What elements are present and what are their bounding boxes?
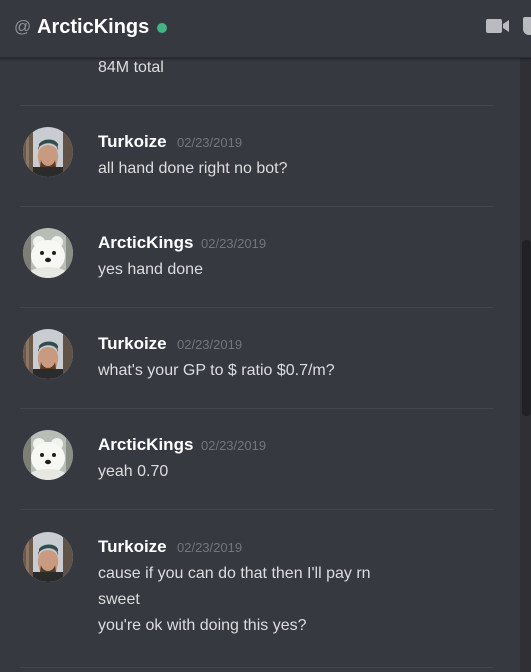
scrollbar-thumb[interactable] [522,240,531,416]
message-text: what's your GP to $ ratio $0.7/m? [98,362,335,379]
channel-header: @ ArcticKings [0,0,531,58]
message-text: you're ok with doing this yes? [98,617,307,634]
message-list[interactable]: 84M total Turkoize 02/23/2019 all hand d… [0,57,520,672]
at-icon: @ [14,17,32,36]
message-text: sweet [98,591,140,608]
man-avatar[interactable] [23,532,73,582]
message-divider [20,105,494,106]
message-text: 84M total [98,59,164,76]
dm-window: @ ArcticKings 84M total Turkoize 02/23/2… [0,0,531,672]
dm-recipient-name[interactable]: ArcticKings [37,15,149,39]
man-avatar[interactable] [23,329,73,379]
video-call-icon[interactable] [486,18,510,39]
message-text: cause if you can do that then I'll pay r… [98,565,371,582]
message-timestamp: 02/23/2019 [177,540,243,555]
message-divider [20,667,494,668]
message-group: Turkoize 02/23/2019 cause if you can do … [0,512,520,662]
message-timestamp: 02/23/2019 [177,337,243,352]
message-group: Turkoize 02/23/2019 all hand done right … [0,107,520,207]
message-divider [20,307,494,308]
message-divider [20,206,494,207]
message-divider [20,509,494,510]
message-divider [20,408,494,409]
message-text: yeah 0.70 [98,463,169,480]
pin-icon[interactable] [523,17,531,35]
message-timestamp: 02/23/2019 [201,438,267,453]
message-timestamp: 02/23/2019 [177,135,243,150]
message-group: Turkoize 02/23/2019 what's your GP to $ … [0,309,520,409]
polar-bear-avatar[interactable] [23,228,73,278]
online-status-icon [157,23,167,33]
message-author[interactable]: ArcticKings [98,434,193,456]
message-author[interactable]: Turkoize [98,131,167,153]
message-group: ArcticKings 02/23/2019 yes hand done [0,208,520,308]
man-avatar[interactable] [23,127,73,177]
message-timestamp: 02/23/2019 [201,236,267,251]
message-group: ArcticKings 02/23/2019 yeah 0.70 [0,410,520,510]
message-author[interactable]: ArcticKings [98,232,193,254]
message-text: all hand done right no bot? [98,160,288,177]
message-text: yes hand done [98,261,203,278]
message-author[interactable]: Turkoize [98,333,167,355]
message-author[interactable]: Turkoize [98,536,167,558]
polar-bear-avatar[interactable] [23,430,73,480]
